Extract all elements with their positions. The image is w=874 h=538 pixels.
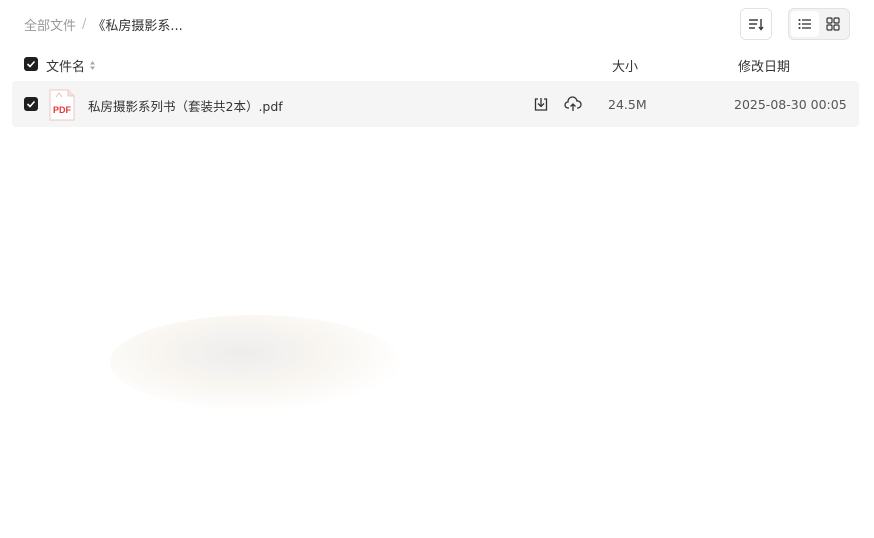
checkmark-icon (26, 100, 36, 108)
list-header: 文件名 大小 修改日期 (0, 50, 874, 78)
download-button[interactable] (531, 94, 551, 114)
column-date-header[interactable]: 修改日期 (738, 56, 790, 75)
download-icon (534, 98, 548, 111)
cloud-upload-icon (564, 96, 582, 111)
sort-lines-icon (749, 19, 764, 31)
sort-arrows-icon (89, 60, 96, 71)
grid-view-button[interactable] (819, 11, 847, 37)
list-view-icon (798, 19, 811, 29)
grid-view-icon (826, 17, 840, 31)
checkmark-icon (26, 60, 36, 68)
column-name-header[interactable]: 文件名 (46, 56, 96, 75)
pdf-file-icon: PDF (48, 89, 76, 121)
save-to-cloud-button[interactable] (563, 94, 583, 114)
background-glow (110, 315, 400, 410)
file-name[interactable]: 私房摄影系列书（套装共2本）.pdf (88, 96, 283, 115)
select-all-checkbox[interactable] (24, 57, 38, 71)
sort-button[interactable] (740, 8, 772, 40)
table-row[interactable]: PDF 私房摄影系列书（套装共2本）.pdf 24.5M 2025-08-30 … (12, 81, 859, 127)
file-browser: 全部文件 / 《私房摄影系... 文件名 大小 修改日期 PDF 私房摄影系列书… (0, 0, 874, 538)
row-checkbox[interactable] (24, 97, 38, 111)
column-name-label: 文件名 (46, 60, 86, 75)
breadcrumb-separator: / (82, 16, 87, 32)
file-size: 24.5M (608, 97, 647, 112)
breadcrumb-current: 《私房摄影系... (92, 18, 183, 34)
breadcrumb: 全部文件 / 《私房摄影系... (24, 14, 183, 34)
view-toggle (788, 8, 850, 40)
column-size-header[interactable]: 大小 (612, 56, 638, 75)
pdf-label: PDF (53, 105, 72, 115)
file-modified-date: 2025-08-30 00:05 (734, 97, 847, 112)
breadcrumb-root[interactable]: 全部文件 (24, 15, 76, 34)
list-view-button[interactable] (791, 11, 819, 37)
